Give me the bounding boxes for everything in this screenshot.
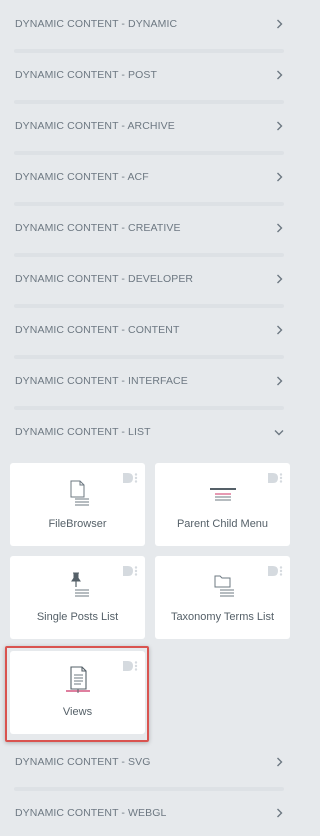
chevron-right-icon: [274, 223, 284, 233]
category-label: DYNAMIC CONTENT - ACF: [15, 171, 149, 183]
category-post[interactable]: DYNAMIC CONTENT - POST: [0, 52, 298, 98]
widget-label: FileBrowser: [48, 518, 107, 530]
category-label: DYNAMIC CONTENT - SVG: [15, 756, 151, 768]
widget-single-posts-list[interactable]: Single Posts List: [10, 556, 145, 639]
widget-views[interactable]: Views: [10, 651, 145, 734]
widget-label: Single Posts List: [36, 611, 119, 623]
category-webgl[interactable]: DYNAMIC CONTENT - WEBGL: [0, 790, 298, 836]
category-archive[interactable]: DYNAMIC CONTENT - ARCHIVE: [0, 103, 298, 149]
widget-parent-child-menu[interactable]: Parent Child Menu: [155, 463, 290, 546]
category-list[interactable]: DYNAMIC CONTENT - LIST: [0, 409, 298, 455]
widget-label: Parent Child Menu: [176, 518, 269, 530]
category-label: DYNAMIC CONTENT - CREATIVE: [15, 222, 181, 234]
chevron-right-icon: [274, 376, 284, 386]
widget-taxonomy-terms-list[interactable]: Taxonomy Terms List: [155, 556, 290, 639]
category-dynamic[interactable]: DYNAMIC CONTENT - DYNAMIC: [0, 1, 298, 47]
widget-filebrowser[interactable]: FileBrowser: [10, 463, 145, 546]
category-label: DYNAMIC CONTENT - INTERFACE: [15, 375, 188, 387]
category-label: DYNAMIC CONTENT - WEBGL: [15, 807, 167, 819]
chevron-down-icon: [274, 427, 284, 437]
chevron-right-icon: [274, 274, 284, 284]
widget-label: Taxonomy Terms List: [170, 611, 275, 623]
category-label: DYNAMIC CONTENT - DEVELOPER: [15, 273, 194, 285]
chevron-right-icon: [274, 19, 284, 29]
file-browser-icon: [70, 480, 89, 506]
category-svg[interactable]: DYNAMIC CONTENT - SVG: [0, 739, 298, 785]
pro-badge-icon: [122, 659, 138, 671]
category-label: DYNAMIC CONTENT - DYNAMIC: [15, 18, 178, 30]
chevron-right-icon: [274, 808, 284, 818]
chevron-right-icon: [274, 757, 284, 767]
category-label: DYNAMIC CONTENT - ARCHIVE: [15, 120, 175, 132]
category-content[interactable]: DYNAMIC CONTENT - CONTENT: [0, 307, 298, 353]
category-developer[interactable]: DYNAMIC CONTENT - DEVELOPER: [0, 256, 298, 302]
widget-label: Views: [62, 706, 93, 718]
category-creative[interactable]: DYNAMIC CONTENT - CREATIVE: [0, 205, 298, 251]
pro-badge-icon: [122, 564, 138, 576]
category-label: DYNAMIC CONTENT - LIST: [15, 426, 151, 438]
category-interface[interactable]: DYNAMIC CONTENT - INTERFACE: [0, 358, 298, 404]
category-acf[interactable]: DYNAMIC CONTENT - ACF: [0, 154, 298, 200]
chevron-right-icon: [274, 172, 284, 182]
pin-list-icon: [70, 572, 89, 597]
views-document-icon: [65, 666, 90, 693]
chevron-right-icon: [274, 325, 284, 335]
pro-badge-icon: [267, 471, 283, 483]
chevron-right-icon: [274, 121, 284, 131]
parent-child-menu-icon: [209, 488, 236, 501]
folder-list-icon: [214, 575, 234, 597]
category-label: DYNAMIC CONTENT - POST: [15, 69, 158, 81]
pro-badge-icon: [267, 564, 283, 576]
chevron-right-icon: [274, 70, 284, 80]
pro-badge-icon: [122, 471, 138, 483]
category-label: DYNAMIC CONTENT - CONTENT: [15, 324, 180, 336]
